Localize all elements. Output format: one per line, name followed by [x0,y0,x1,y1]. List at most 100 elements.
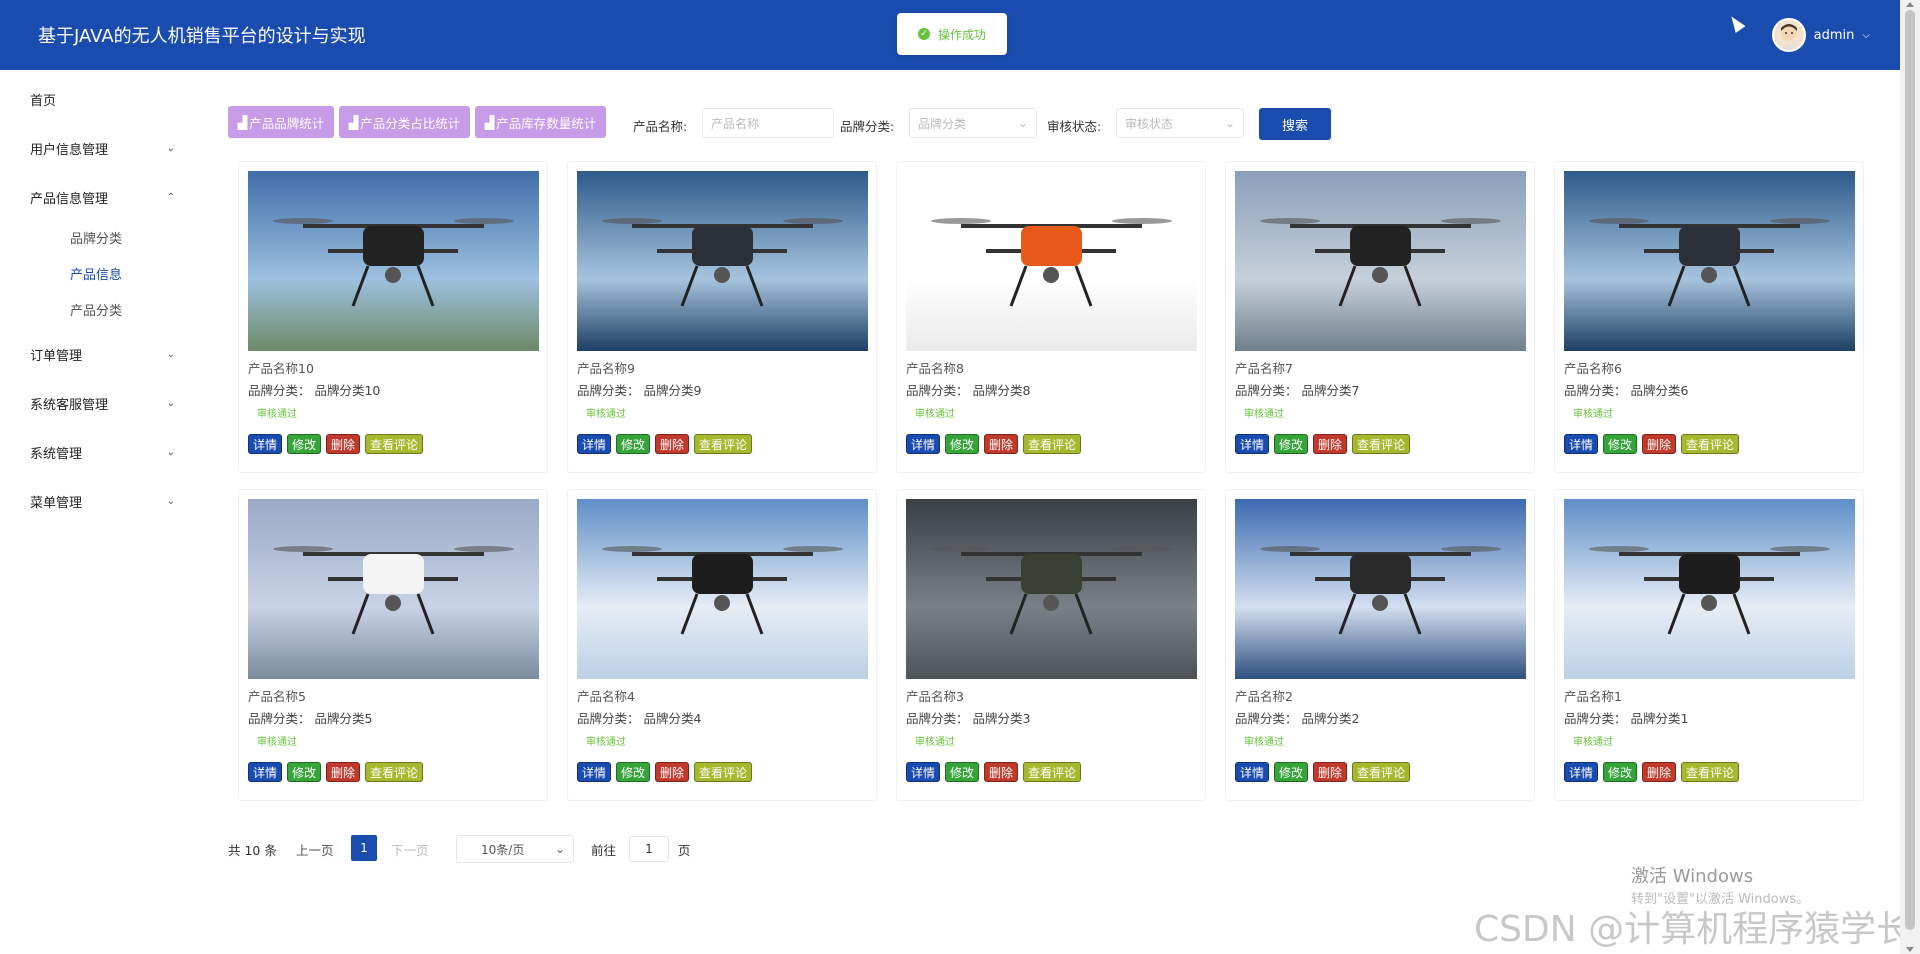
detail-button[interactable]: 详情 [1235,762,1270,782]
brand-stats-button[interactable]: ▟ 产品品牌统计 [228,106,334,138]
sidebar-item-product-info[interactable]: 产品信息管理 ⌃ [30,188,175,207]
edit-button[interactable]: 修改 [945,434,980,454]
detail-button[interactable]: 详情 [1235,434,1270,454]
edit-button[interactable]: 修改 [945,762,980,782]
user-menu[interactable]: admin ⌵ [1771,18,1870,52]
product-image[interactable] [1564,171,1855,351]
detail-button[interactable]: 详情 [248,762,283,782]
detail-button[interactable]: 详情 [906,762,941,782]
status-badge: 审核通过 [257,737,297,748]
edit-button[interactable]: 修改 [287,762,322,782]
brand-select[interactable]: 品牌分类 ⌄ [909,108,1037,138]
status-badge: 审核通过 [257,409,297,420]
product-name-input[interactable]: 产品名称 [702,108,834,138]
delete-button[interactable]: 删除 [984,762,1019,782]
sidebar-subitem-product-info[interactable]: 产品信息 [70,264,122,283]
vertical-scrollbar[interactable] [1900,0,1920,954]
edit-button[interactable]: 修改 [616,762,651,782]
product-name: 产品名称5 [248,689,306,704]
username: admin [1813,27,1855,43]
card-actions: 详情 修改 删除 查看评论 [1564,762,1740,782]
delete-button[interactable]: 删除 [1313,762,1348,782]
pagination-prev[interactable]: 上一页 [296,840,334,859]
search-button[interactable]: 搜索 [1259,108,1331,140]
card-actions: 详情 修改 删除 查看评论 [1564,434,1740,454]
detail-button[interactable]: 详情 [577,762,612,782]
product-brand: 品牌分类： 品牌分类3 [906,711,1031,726]
status-badge: 审核通过 [586,737,626,748]
edit-button[interactable]: 修改 [1603,434,1638,454]
status-select[interactable]: 审核状态 ⌄ [1116,108,1244,138]
view-comments-button[interactable]: 查看评论 [1681,762,1740,782]
sidebar-item-home[interactable]: 首页 [30,90,175,109]
view-comments-button[interactable]: 查看评论 [1023,762,1082,782]
scroll-down-arrow-icon[interactable] [1906,947,1914,952]
page-unit-label: 页 [678,843,691,858]
delete-button[interactable]: 删除 [326,762,361,782]
goto-page-input[interactable]: 1 [629,836,669,862]
edit-button[interactable]: 修改 [287,434,322,454]
page-size-select[interactable]: 10条/页 ⌄ [456,835,574,863]
edit-button[interactable]: 修改 [1274,762,1309,782]
product-image[interactable] [906,499,1197,679]
product-image[interactable] [1564,499,1855,679]
delete-button[interactable]: 删除 [1642,762,1677,782]
product-image[interactable] [1235,499,1526,679]
category-ratio-stats-button[interactable]: ▟ 产品分类占比统计 [339,106,470,138]
view-comments-button[interactable]: 查看评论 [1023,434,1082,454]
view-comments-button[interactable]: 查看评论 [694,434,753,454]
product-image[interactable] [1235,171,1526,351]
delete-button[interactable]: 删除 [655,762,690,782]
pagination-next[interactable]: 下一页 [391,840,429,859]
sidebar-item-user-info[interactable]: 用户信息管理 ⌄ [30,139,175,158]
csdn-watermark: CSDN @计算机程序猿学长 [1474,909,1913,950]
product-image[interactable] [248,171,539,351]
card-actions: 详情 修改 删除 查看评论 [248,762,424,782]
sidebar-subitem-brand-category[interactable]: 品牌分类 [70,228,122,247]
detail-button[interactable]: 详情 [1564,762,1599,782]
edit-button[interactable]: 修改 [616,434,651,454]
product-card: 产品名称1 品牌分类： 品牌分类1 审核通过 详情 修改 删除 查看评论 [1554,489,1864,801]
product-brand: 品牌分类： 品牌分类4 [577,711,702,726]
sidebar-subitem-product-category[interactable]: 产品分类 [70,300,122,319]
view-comments-button[interactable]: 查看评论 [1352,434,1411,454]
detail-button[interactable]: 详情 [248,434,283,454]
detail-button[interactable]: 详情 [577,434,612,454]
sidebar-item-menu[interactable]: 菜单管理 ⌄ [30,492,175,511]
delete-button[interactable]: 删除 [326,434,361,454]
product-brand: 品牌分类： 品牌分类5 [248,711,373,726]
scrollbar-thumb[interactable] [1905,10,1915,930]
product-name: 产品名称3 [906,689,964,704]
product-card: 产品名称8 品牌分类： 品牌分类8 审核通过 详情 修改 删除 查看评论 [896,161,1206,473]
product-card: 产品名称9 品牌分类： 品牌分类9 审核通过 详情 修改 删除 查看评论 [567,161,877,473]
edit-button[interactable]: 修改 [1274,434,1309,454]
top-header: 基于JAVA的无人机销售平台的设计与实现 ✓ 操作成功 admin ⌵ [0,0,1900,70]
view-comments-button[interactable]: 查看评论 [1681,434,1740,454]
product-name-label: 产品名称: [633,119,688,134]
delete-button[interactable]: 删除 [1642,434,1677,454]
scroll-up-arrow-icon[interactable] [1906,2,1914,7]
product-image[interactable] [248,499,539,679]
sidebar-item-customer-service[interactable]: 系统客服管理 ⌄ [30,394,175,413]
delete-button[interactable]: 删除 [655,434,690,454]
product-image[interactable] [577,499,868,679]
delete-button[interactable]: 删除 [1313,434,1348,454]
sidebar-item-system[interactable]: 系统管理 ⌄ [30,443,175,462]
view-comments-button[interactable]: 查看评论 [1352,762,1411,782]
edit-button[interactable]: 修改 [1603,762,1638,782]
product-card: 产品名称4 品牌分类： 品牌分类4 审核通过 详情 修改 删除 查看评论 [567,489,877,801]
product-brand: 品牌分类： 品牌分类8 [906,383,1031,398]
stock-stats-button[interactable]: ▟ 产品库存数量统计 [475,106,606,138]
delete-button[interactable]: 删除 [984,434,1019,454]
pagination-page-1[interactable]: 1 [351,835,377,861]
product-brand: 品牌分类： 品牌分类7 [1235,383,1360,398]
sidebar-item-orders[interactable]: 订单管理 ⌄ [30,345,175,364]
view-comments-button[interactable]: 查看评论 [694,762,753,782]
product-image[interactable] [906,171,1197,351]
product-image[interactable] [577,171,868,351]
toast-message: 操作成功 [937,27,986,42]
view-comments-button[interactable]: 查看评论 [365,762,424,782]
view-comments-button[interactable]: 查看评论 [365,434,424,454]
detail-button[interactable]: 详情 [906,434,941,454]
detail-button[interactable]: 详情 [1564,434,1599,454]
